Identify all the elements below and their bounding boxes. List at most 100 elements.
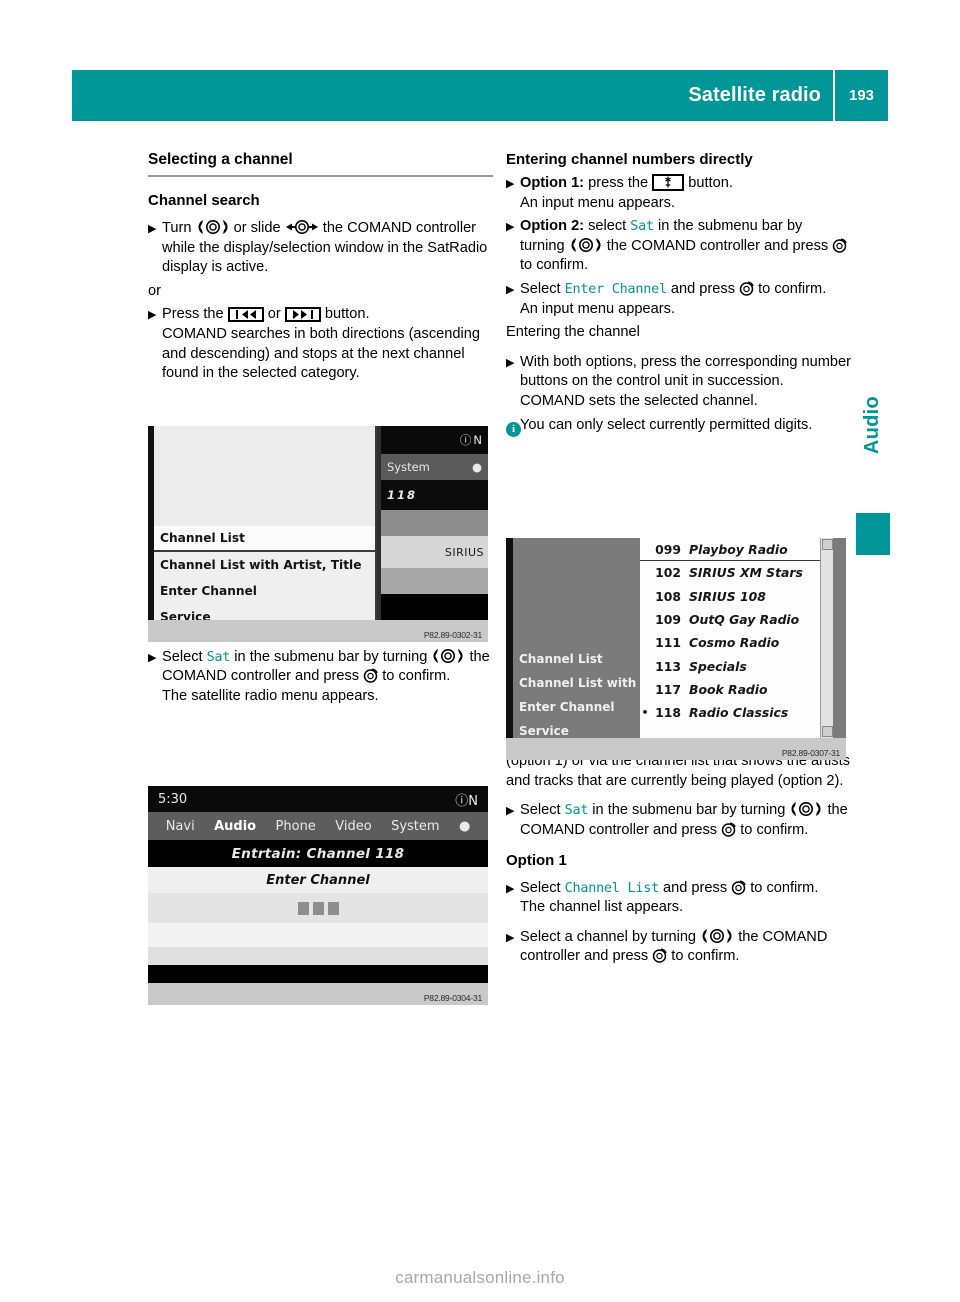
menu-item-system[interactable]: System: [387, 460, 430, 474]
onscreen-label-sat: Sat: [206, 649, 231, 665]
step-text: With both options, press the correspondi…: [520, 353, 851, 390]
channel-number: 111: [655, 635, 681, 651]
comand-turn-icon: [789, 801, 823, 817]
main-menu-system[interactable]: System: [391, 819, 439, 834]
chapter-tab-audio: Audio: [852, 396, 892, 459]
skip-back-button-icon: [227, 307, 264, 323]
scrollbar[interactable]: [820, 538, 833, 738]
comand-slide-icon: [285, 219, 319, 235]
comand-turn-icon: [569, 237, 603, 253]
submenu-item-channel-list-with[interactable]: Channel List with: [519, 676, 636, 690]
step-result-text: COMAND searches in both directions (asce…: [162, 325, 480, 382]
channel-number: 109: [655, 612, 681, 628]
comand-turn-icon: [700, 928, 734, 944]
step-result-text: An input menu appears.: [520, 194, 675, 211]
comand-turn-icon: [431, 648, 465, 664]
main-menu-phone[interactable]: Phone: [276, 819, 316, 834]
channel-list-row[interactable]: 099 Playboy Radio: [640, 538, 833, 562]
main-menu-audio[interactable]: Audio: [214, 819, 256, 834]
figure-channel-list: Channel List Channel List with Enter Cha…: [506, 538, 846, 760]
step-bullet-icon: ▶: [506, 356, 515, 369]
step-press-number-buttons: ▶ With both options, press the correspon…: [506, 353, 851, 412]
step-text-post: button.: [688, 175, 733, 191]
submenu-item-enter-channel[interactable]: Enter Channel: [519, 700, 615, 714]
step-text-pre: Select: [520, 802, 561, 819]
screen-left-edge: [506, 538, 513, 738]
info-icon: i: [506, 416, 521, 437]
comand-press-icon: [363, 668, 378, 684]
step-text-pre: press the: [588, 175, 649, 191]
channel-name: Playboy Radio: [689, 541, 788, 557]
step-text-mid: or slide: [233, 220, 281, 236]
channel-list-row[interactable]: • 118 Radio Classics: [640, 701, 833, 724]
step-text-pre: Press the: [162, 306, 224, 323]
note-permitted-digits: i You can only select currently permitte…: [506, 416, 851, 437]
step-text-post: to confirm.: [382, 668, 451, 685]
subsection-option-1: Option 1: [506, 851, 567, 869]
submenu-item-enter-channel[interactable]: Enter Channel: [154, 578, 375, 604]
channel-list[interactable]: 099 Playboy Radio 102 SIRIUS XM Stars 10…: [640, 538, 833, 738]
step-text-pre: Select: [520, 280, 561, 297]
main-menu-video[interactable]: Video: [335, 819, 371, 834]
digit-input-field[interactable]: [148, 893, 488, 923]
main-menu-navi[interactable]: Navi: [166, 819, 195, 834]
step-text-post: button.: [324, 306, 370, 323]
current-channel-marker: •: [641, 706, 649, 720]
step-text-pre: select: [588, 218, 627, 235]
chapter-tab-marker: [856, 513, 890, 555]
alternative-connector: or: [148, 282, 161, 299]
channel-name: SIRIUS 108: [689, 588, 766, 604]
subsection-entering-channel-numbers-directly: Entering channel numbers directly: [506, 151, 753, 168]
comand-press-icon: [739, 281, 754, 296]
page-title: Satellite radio: [688, 84, 821, 106]
site-watermark: carmanualsonline.info: [395, 1268, 565, 1287]
digit-placeholder: [312, 901, 324, 915]
channel-list-row[interactable]: 117 Book Radio: [640, 678, 833, 701]
step-text-mid: in the submenu bar by turning: [234, 648, 428, 665]
channel-name: Cosmo Radio: [689, 635, 780, 651]
channel-list-row[interactable]: 113 Specials: [640, 654, 833, 677]
compass-direction: N: [473, 433, 482, 447]
channel-number: 113: [655, 658, 681, 674]
step-result-text: The satellite radio menu appears.: [162, 687, 379, 704]
channel-list-row[interactable]: 109 OutQ Gay Radio: [640, 608, 833, 631]
channel-number: 102: [655, 565, 681, 581]
step-select-sat-for-list: ▶ Select Sat in the submenu bar by turni…: [506, 801, 851, 840]
onscreen-label-sat: Sat: [630, 219, 654, 235]
channel-list-row[interactable]: 111 Cosmo Radio: [640, 631, 833, 654]
step-select-enter-channel: ▶ Select Enter Channel and press to conf…: [506, 280, 851, 319]
comand-press-icon: [731, 879, 746, 895]
channel-list-row[interactable]: 108 SIRIUS 108: [640, 585, 833, 608]
compass-direction: N: [468, 793, 478, 809]
channel-list-row[interactable]: 102 SIRIUS XM Stars: [640, 561, 833, 584]
channel-number: 118: [655, 705, 681, 721]
subsection-entering-the-channel: Entering the channel: [506, 324, 640, 341]
comand-turn-icon: [196, 219, 230, 235]
menu-bar: System ●: [381, 454, 488, 480]
scroll-up-arrow-icon[interactable]: [822, 539, 833, 550]
submenu-item-channel-list[interactable]: Channel List: [154, 526, 375, 552]
submenu-item-channel-list[interactable]: Channel List: [519, 652, 603, 666]
step-option-2: ▶ Option 2: select Sat in the submenu ba…: [506, 217, 851, 276]
header-title-box: Satellite radio: [72, 70, 833, 121]
scroll-down-arrow-icon[interactable]: [822, 726, 833, 737]
onscreen-label-sat: Sat: [564, 803, 589, 819]
channel-name: SIRIUS XM Stars: [689, 565, 803, 581]
step-result-text: COMAND sets the selected channel.: [520, 392, 758, 409]
step-text-pre: Turn: [162, 220, 192, 236]
menu-indicator-icon: ●: [458, 818, 471, 834]
clock: 5:30: [158, 791, 188, 807]
subsection-channel-search: Channel search: [148, 192, 260, 209]
step-bullet-icon: ▶: [506, 178, 515, 190]
step-bullet-icon: ▶: [506, 283, 515, 296]
skip-forward-button-icon: [284, 307, 321, 323]
chapter-tab-label: Audio: [860, 396, 883, 455]
step-bullet-icon: ▶: [506, 931, 515, 944]
compass-icon: ⓘ: [455, 793, 469, 809]
submenu-item-channel-list-with-artist-title[interactable]: Channel List with Artist, Title: [154, 552, 375, 578]
submenu-item-service[interactable]: Service: [519, 724, 569, 738]
submenu-popup: Channel List Channel List with Artist, T…: [154, 426, 377, 624]
page-number: 193: [848, 87, 875, 104]
blank-row: [148, 947, 488, 965]
blank-row: [381, 568, 488, 594]
